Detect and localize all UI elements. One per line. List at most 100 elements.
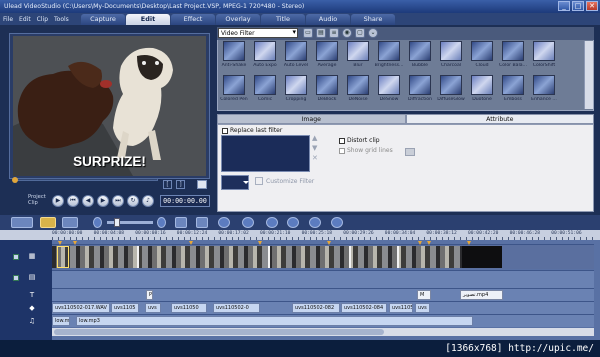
title-clip[interactable]: M [417,290,431,300]
enable-ripple-icon[interactable] [287,217,299,228]
fit-project-icon[interactable] [175,217,187,228]
tab-share[interactable]: Share [351,14,395,25]
previous-button[interactable]: ◀ [82,195,94,207]
down-arrow-icon[interactable]: ⌄ [368,28,378,38]
chapter-marker[interactable] [467,241,471,245]
preset-dropdown[interactable] [221,175,249,190]
list-view-icon[interactable]: ≡ [329,28,339,38]
distort-clip-checkbox[interactable]: Distort clip [339,137,380,144]
timeline-scroll-thumb[interactable] [54,329,384,335]
chapter-marker[interactable] [418,241,422,245]
filter-thumbnail[interactable]: Cloud [467,41,497,72]
tab-effect[interactable]: Effect [171,14,215,25]
maximize-button[interactable]: □ [572,1,584,11]
filter-thumbnail[interactable]: Cropping [281,75,311,106]
voice-clip[interactable]: uvs [145,303,161,313]
tab-image[interactable]: Image [217,114,406,124]
next-button[interactable]: ▶ [97,195,109,207]
chapter-marker[interactable] [258,241,262,245]
audio-view-icon[interactable] [62,217,78,228]
chapter-marker[interactable] [73,241,77,245]
grid-options-icon[interactable] [405,148,415,156]
menu-file[interactable]: File [3,16,13,23]
storyboard-view-icon[interactable] [11,217,33,228]
filter-thumbnail[interactable]: Diffraction [405,75,435,106]
zoom-out-icon[interactable] [93,217,102,228]
filter-thumbnail[interactable]: Anti-Shake [219,41,249,72]
redo-icon[interactable] [242,217,254,228]
voice-clip[interactable]: uvs110502-0 [213,303,260,313]
filter-thumbnail[interactable]: DeNoise [343,75,373,106]
filter-thumbnail[interactable]: Comic [250,75,280,106]
menu-edit[interactable]: Edit [19,16,31,23]
options-icon[interactable]: ▢ [355,28,365,38]
filter-thumbnail[interactable]: Auto Expo [250,41,280,72]
filter-thumbnail[interactable]: Charcoal [436,41,466,72]
music-clip[interactable]: low.mp [52,316,70,326]
tab-overlay[interactable]: Overlay [216,14,260,25]
customize-filter-button[interactable]: Customize Filter [255,177,314,185]
undo-icon[interactable] [218,217,230,228]
delete-filter-icon[interactable]: ✕ [312,155,318,162]
applied-filter-list[interactable] [221,135,310,172]
tab-title[interactable]: Title [261,14,305,25]
filter-thumbnail[interactable]: ColorShift [529,41,559,72]
video-track-toggle[interactable] [13,254,19,260]
replace-last-filter-checkbox[interactable]: Replace last filter [222,127,282,134]
title-clip[interactable]: تصوير.mp4 [460,290,503,300]
filter-thumbnail[interactable]: Color Bala... [498,41,528,72]
sort-icon[interactable]: ◉ [342,28,352,38]
tab-audio[interactable]: Audio [306,14,350,25]
smart-proxy-icon[interactable] [266,217,278,228]
video-clip-frames[interactable] [52,246,502,268]
voice-clip[interactable]: uvs11050 [171,303,207,313]
insert-media-icon[interactable] [196,217,208,228]
filter-thumbnail[interactable]: DeBlock [312,75,342,106]
track-manager-icon[interactable] [309,217,321,228]
chapter-marker[interactable] [58,241,62,245]
filter-thumbnail[interactable]: Brightness... [374,41,404,72]
voice-clip[interactable]: uvs1105 [389,303,413,313]
chapter-marker[interactable] [327,241,331,245]
chapter-marker[interactable] [427,241,431,245]
scrub-knob[interactable] [12,177,18,183]
tab-attribute[interactable]: Attribute [405,114,594,124]
minimize-button[interactable]: _ [558,1,570,11]
move-down-icon[interactable]: ▼ [312,145,318,152]
volume-button[interactable]: ♪ [142,195,154,207]
preview-scrub-bar[interactable] [13,178,158,181]
filter-thumbnail[interactable]: Emboss [498,75,528,106]
filter-thumbnail[interactable]: Bubble [405,41,435,72]
overlay-track[interactable] [52,270,594,288]
voice-clip[interactable]: uvs1105 [111,303,139,313]
chapter-marker[interactable] [189,241,193,245]
close-button[interactable]: ✕ [586,1,598,11]
enlarge-preview-button[interactable] [197,180,207,189]
folder-icon[interactable]: ▭ [303,28,313,38]
import-icon[interactable]: ▤ [316,28,326,38]
library-category-select[interactable]: Video Filter [218,28,298,38]
voice-clip[interactable]: uvs110502-084 [341,303,387,313]
end-button[interactable]: ⏭ [112,195,124,207]
filter-thumbnail[interactable]: Duotone [467,75,497,106]
filter-thumbnail[interactable]: DeSnow [374,75,404,106]
timecode-display[interactable]: 00:00:00.00 [160,195,210,207]
title-track[interactable] [52,288,594,301]
mark-in-icon[interactable]: [ [163,180,172,189]
filter-thumbnail[interactable]: Auto Level [281,41,311,72]
voice-clip[interactable]: uvs110502-082 [292,303,340,313]
project-clip-toggle[interactable]: Project Clip [28,194,46,206]
zoom-slider-knob[interactable] [114,218,120,227]
filter-thumbnail[interactable]: Blur [343,41,373,72]
title-clip[interactable]: P [146,290,153,300]
selected-clip[interactable] [57,246,69,268]
repeat-button[interactable]: ↻ [127,195,139,207]
filter-thumbnail[interactable]: Enhance ... [529,75,559,106]
music-clip[interactable]: low.mp3 [76,316,473,326]
home-button[interactable]: ⏮ [67,195,79,207]
timeline-scrollbar[interactable] [52,328,594,336]
voice-clip[interactable]: uvs [415,303,430,313]
show-grid-lines-checkbox[interactable]: Show grid lines [339,147,393,154]
menu-clip[interactable]: Clip [37,16,48,23]
menu-tools[interactable]: Tools [54,16,69,23]
